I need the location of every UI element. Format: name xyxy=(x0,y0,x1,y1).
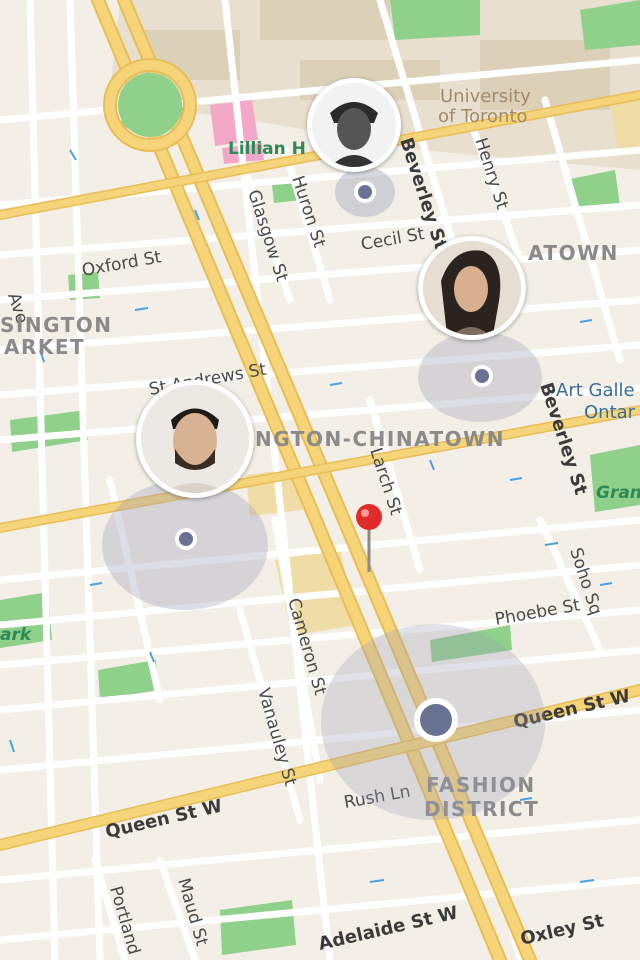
friend-top-avatar[interactable] xyxy=(307,78,401,172)
poi-university-label-2: of Toronto xyxy=(438,106,528,127)
person-avatar-icon xyxy=(141,385,249,493)
district-chinatown-top: ATOWN xyxy=(528,241,619,265)
poi-art-gallery-2: Ontar xyxy=(584,402,636,423)
district-chinatown: NGTON-CHINATOWN xyxy=(255,427,505,451)
poi-lillian-label: Lillian H xyxy=(228,139,306,159)
district-kensington-1: SINGTON xyxy=(0,313,113,337)
poi-university-label-1: University xyxy=(440,86,531,107)
district-kensington-2: ARKET xyxy=(4,335,85,359)
person-avatar-icon xyxy=(423,241,521,335)
friend-left-avatar[interactable] xyxy=(136,380,254,498)
campus-building xyxy=(260,0,390,40)
poi-art-gallery-1: Art Galle xyxy=(556,380,635,401)
friend-left-dot xyxy=(179,532,193,546)
my-location-dot xyxy=(420,704,452,736)
person-avatar-icon xyxy=(312,83,396,167)
poi-grange-label: Gran xyxy=(596,483,640,503)
friend-right-dot xyxy=(475,369,489,383)
circle-park xyxy=(118,73,182,137)
friend-top-dot xyxy=(358,185,372,199)
friend-right-avatar[interactable] xyxy=(418,236,526,340)
poi-park-label: ark xyxy=(0,625,33,645)
